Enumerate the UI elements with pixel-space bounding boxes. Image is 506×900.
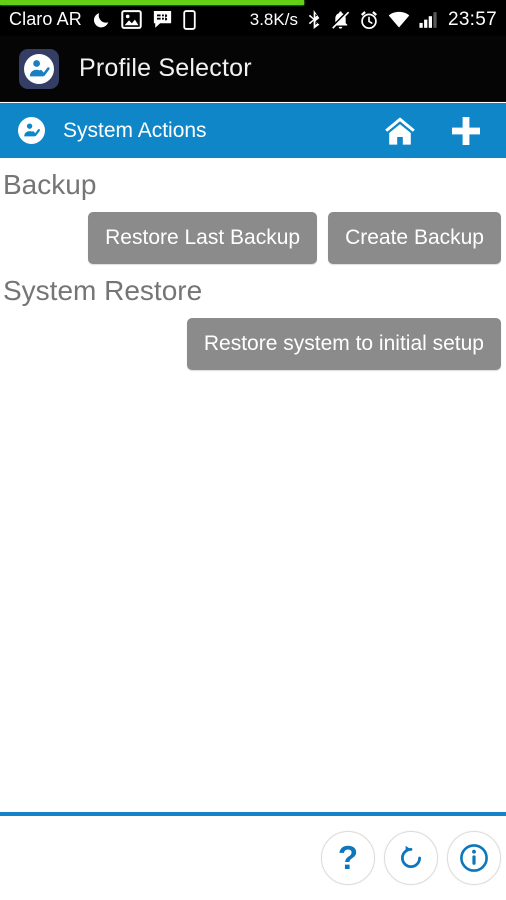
create-backup-button[interactable]: Create Backup — [328, 212, 501, 264]
app-title-bar: Profile Selector — [0, 36, 506, 102]
info-button[interactable] — [447, 831, 501, 885]
section-system-restore: System Restore Restore system to initial… — [0, 272, 506, 370]
refresh-button[interactable] — [384, 831, 438, 885]
refresh-icon — [401, 845, 421, 868]
clock-label: 23:57 — [447, 8, 497, 30]
action-bar: System Actions — [0, 103, 506, 158]
carrier-label: Claro AR — [9, 9, 82, 29]
status-bar: Claro AR 3.8K/s 23:57 — [0, 0, 506, 36]
home-icon[interactable] — [382, 113, 418, 149]
restore-last-backup-button[interactable]: Restore Last Backup — [88, 212, 318, 264]
restore-system-to-initial-setup-button[interactable]: Restore system to initial setup — [186, 318, 501, 370]
top-progress-bar — [0, 0, 506, 5]
plus-icon[interactable] — [448, 113, 484, 149]
profile-selector-app-icon — [19, 48, 59, 89]
top-progress-bar-fill — [0, 0, 304, 5]
person-check-glyph — [29, 59, 50, 76]
bluetooth-icon — [307, 9, 322, 30]
main-content: Backup Restore Last Backup Create Backup… — [0, 158, 506, 812]
question-mark-icon: ? — [337, 838, 359, 876]
moon-icon — [92, 10, 111, 29]
network-speed-label: 3.8K/s — [249, 9, 298, 29]
vibrate-phone-icon — [183, 9, 196, 30]
system-restore-button-row: Restore system to initial setup — [0, 318, 506, 370]
wifi-icon — [388, 11, 410, 29]
profile-selector-logo — [18, 117, 45, 144]
status-bar-left-group: Claro AR — [0, 9, 196, 30]
phone-screen: Claro AR 3.8K/s 23:57 Profile Selector S… — [0, 0, 506, 900]
app-icon-disc — [24, 53, 54, 84]
status-bar-right-group: 3.8K/s 23:57 — [250, 9, 506, 31]
backup-button-row: Restore Last Backup Create Backup — [0, 212, 506, 264]
section-heading-backup: Backup — [3, 169, 97, 200]
bbm-chat-icon — [152, 10, 173, 29]
bottom-action-bar: ? — [0, 816, 506, 900]
gallery-icon — [121, 10, 142, 29]
section-backup: Backup Restore Last Backup Create Backup — [0, 166, 506, 264]
section-heading-system-restore: System Restore — [3, 275, 203, 306]
person-check-glyph-small — [24, 123, 40, 137]
notifications-muted-icon — [331, 9, 350, 30]
action-bar-title: System Actions — [63, 118, 207, 142]
info-icon — [460, 844, 488, 872]
app-title: Profile Selector — [79, 54, 252, 82]
action-bar-actions — [382, 113, 506, 149]
signal-bars-icon — [419, 11, 439, 29]
alarm-clock-icon — [359, 10, 379, 30]
help-button[interactable]: ? — [321, 831, 375, 885]
